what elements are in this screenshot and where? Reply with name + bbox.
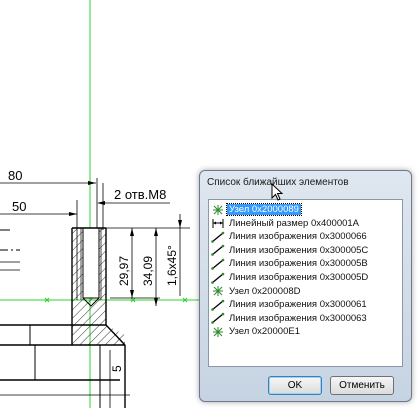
list-item[interactable]: Линия изображения 0x3000063 (211, 312, 369, 325)
list-item-label: Линия изображения 0x300005B (229, 258, 368, 270)
list-item[interactable]: Линия изображения 0x300005D (211, 271, 370, 284)
list-item[interactable]: Линейный размер 0x400001A (211, 217, 361, 230)
threaded-hole (82, 227, 100, 299)
arrowhead (69, 212, 77, 216)
dim-34-09-text: 34,09 (141, 256, 155, 286)
dim-holes-text: 2 отв.М8 (114, 187, 166, 202)
cancel-button[interactable]: Отменить (330, 376, 394, 395)
list-item[interactable]: Линия изображения 0x300005C (211, 244, 370, 257)
arrowhead (154, 228, 158, 236)
list-item[interactable]: Линия изображения 0x300005B (211, 257, 370, 270)
image-line-icon (211, 312, 225, 325)
node-icon (211, 285, 225, 297)
list-item[interactable]: Узел 0x20000E1 (211, 325, 302, 338)
list-item-label: Узел 0x200008D (229, 285, 301, 297)
list-item[interactable]: Линия изображения 0x3000061 (211, 298, 369, 311)
arrowhead (88, 181, 96, 185)
list-item[interactable]: Линия изображения 0x3000066 (211, 230, 369, 243)
list-item[interactable]: Узел 0x2000089 (211, 203, 302, 216)
mouse-cursor-icon (271, 183, 284, 201)
node-icon (211, 204, 225, 216)
list-item-label: Узел 0x20000E1 (229, 326, 300, 338)
list-item-label: Линейный размер 0x400001A (229, 217, 360, 229)
list-item-label: Узел 0x2000089 (226, 203, 302, 216)
list-item[interactable]: Узел 0x200008D (211, 285, 303, 298)
image-line-icon (211, 299, 225, 311)
list-item-label: Линия изображения 0x3000066 (229, 231, 367, 243)
arrowhead (130, 290, 134, 298)
list-item-label: Линия изображения 0x3000061 (229, 299, 367, 311)
arrowhead (130, 228, 134, 236)
list-item-label: Линия изображения 0x300005D (229, 272, 369, 283)
list-item-label: Линия изображения 0x300005C (229, 244, 369, 256)
list-item-label: Линия изображения 0x3000063 (229, 312, 367, 324)
image-line-icon (211, 272, 225, 284)
image-line-icon (211, 244, 225, 257)
dim-80-text: 80 (8, 168, 22, 183)
arrowhead (178, 220, 182, 228)
elements-list[interactable]: Узел 0x2000089 Линейный размер 0x400001A Л… (208, 199, 403, 367)
dim-29-97-text: 29,97 (117, 256, 131, 286)
image-line-icon (211, 258, 225, 270)
image-line-icon (211, 231, 225, 243)
dim-chamfer-text: 1,6x45° (165, 245, 179, 286)
dim-50-text: 50 (12, 199, 26, 214)
node-icon (211, 326, 225, 338)
arrowhead (97, 201, 105, 205)
linear-dimension-icon (211, 217, 225, 229)
arrowhead (154, 298, 158, 306)
nearest-elements-dialog: Список ближайших элементов Узел 0x200008… (199, 170, 412, 402)
dim-5-text: 5 (110, 365, 124, 372)
ok-button[interactable]: OK (268, 376, 322, 395)
